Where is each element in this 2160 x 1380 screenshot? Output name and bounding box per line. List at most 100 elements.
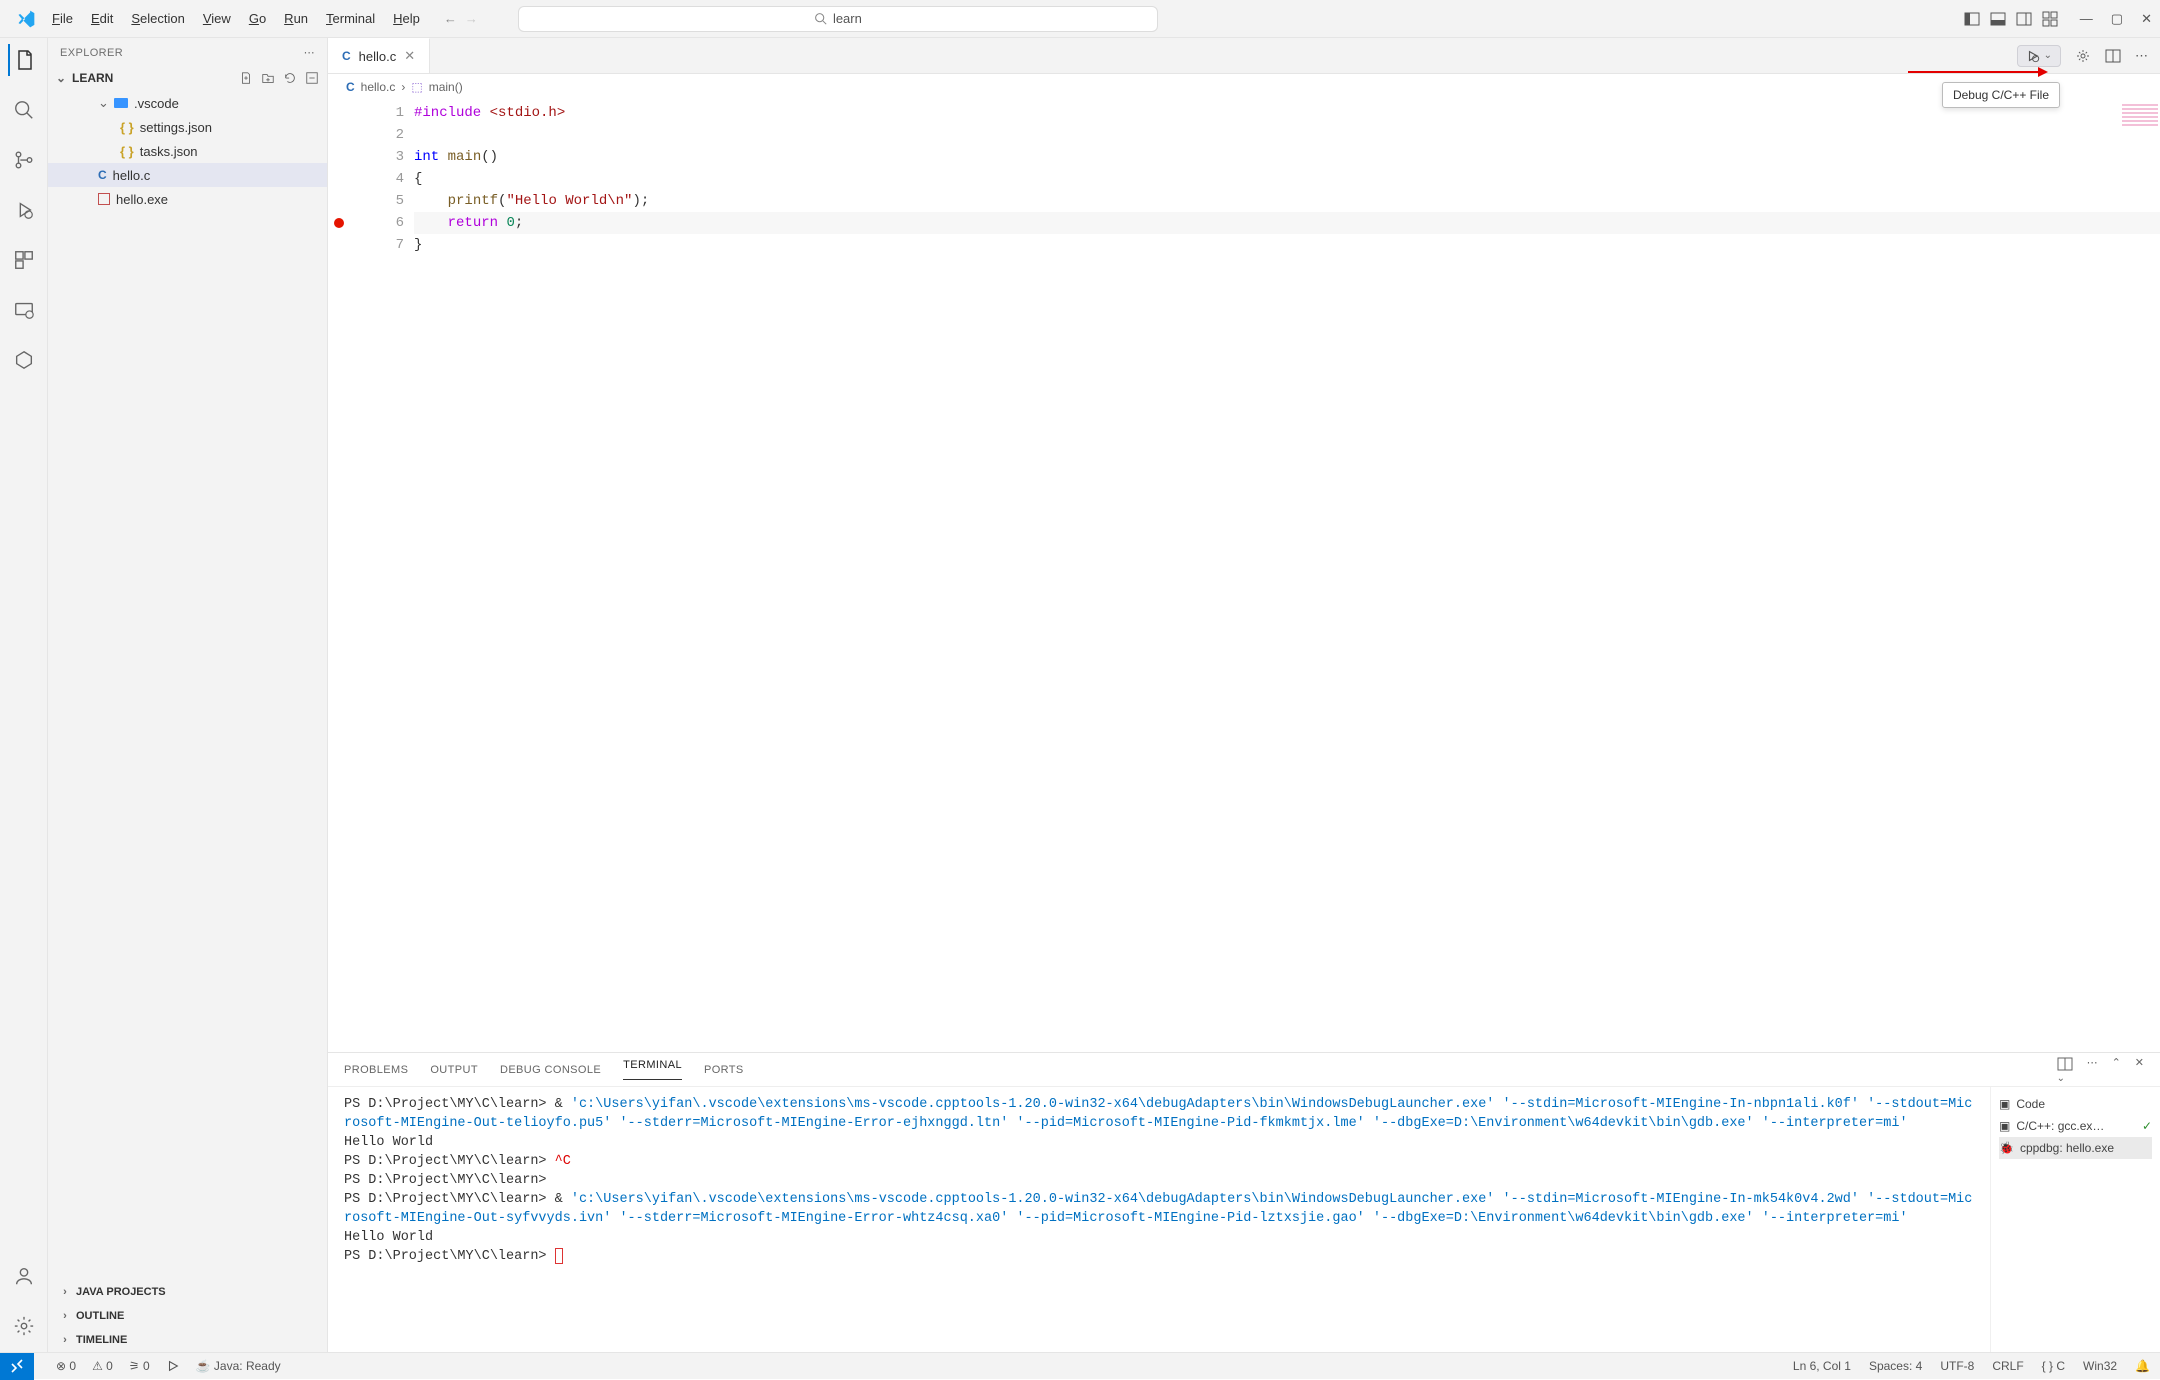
window-minimize-icon[interactable]: — — [2080, 11, 2093, 27]
new-file-icon[interactable] — [239, 71, 253, 85]
panel-tab-debug-console[interactable]: DEBUG CONSOLE — [500, 1064, 601, 1076]
terminal-cursor — [555, 1248, 563, 1264]
split-editor-icon[interactable] — [2105, 48, 2121, 64]
activity-hex-icon[interactable] — [8, 344, 40, 376]
code-content[interactable]: #include <stdio.h> int main() { printf("… — [414, 100, 2160, 1052]
glyph-margin — [328, 100, 350, 1052]
panel-tab-terminal[interactable]: TERMINAL — [623, 1059, 682, 1080]
explorer-more-icon[interactable]: ⋯ — [304, 46, 315, 59]
terminal-item-gcc[interactable]: ▣C/C++: gcc.ex…✓ — [1999, 1115, 2152, 1137]
json-icon: { } — [120, 144, 134, 159]
status-ln-col[interactable]: Ln 6, Col 1 — [1793, 1359, 1851, 1373]
tab-hello-c[interactable]: C hello.c ✕ — [328, 38, 430, 73]
panel-split-icon[interactable]: ⌄ — [2057, 1056, 2073, 1084]
menu-file[interactable]: File — [44, 7, 81, 30]
nav-back-icon[interactable]: ← — [444, 11, 457, 26]
section-outline[interactable]: ›OUTLINE — [48, 1304, 327, 1328]
terminal-output[interactable]: PS D:\Project\MY\C\learn> & 'c:\Users\yi… — [328, 1087, 1990, 1352]
status-debug-icon[interactable] — [166, 1359, 180, 1373]
panel-tab-problems[interactable]: PROBLEMS — [344, 1064, 408, 1076]
activity-explorer-icon[interactable] — [8, 44, 40, 76]
file-hello-exe[interactable]: hello.exe — [48, 187, 327, 211]
menu-view[interactable]: View — [195, 7, 239, 30]
vscode-logo-icon — [16, 9, 36, 29]
editor-area: C hello.c ✕ ⌄ Debug C/C++ File ⋯ C — [328, 38, 2160, 1352]
status-platform[interactable]: Win32 — [2083, 1359, 2117, 1373]
status-eol[interactable]: CRLF — [1992, 1359, 2023, 1373]
terminal-item-code[interactable]: ▣Code — [1999, 1093, 2152, 1115]
project-section[interactable]: ⌄ LEARN — [48, 67, 327, 89]
status-java[interactable]: ☕ Java: Ready — [196, 1359, 281, 1373]
status-ports[interactable]: ⚞ 0 — [129, 1359, 150, 1373]
folder-vscode[interactable]: ⌄.vscode — [48, 91, 327, 115]
collapse-icon[interactable] — [305, 71, 319, 85]
terminal-icon: ▣ — [1999, 1097, 2010, 1111]
window-maximize-icon[interactable]: ▢ — [2111, 11, 2123, 27]
status-language[interactable]: { } C — [2042, 1359, 2065, 1373]
activity-remote-icon[interactable] — [8, 294, 40, 326]
folder-icon — [114, 98, 128, 108]
menu-edit[interactable]: Edit — [83, 7, 121, 30]
c-file-icon: C — [342, 49, 351, 63]
bug-icon: 🐞 — [1999, 1141, 2014, 1155]
panel-tab-ports[interactable]: PORTS — [704, 1064, 744, 1076]
menu-selection[interactable]: Selection — [123, 7, 192, 30]
layout-panel-icon[interactable] — [1990, 11, 2006, 27]
status-errors[interactable]: ⊗ 0 — [56, 1359, 76, 1373]
panel-close-icon[interactable]: ✕ — [2135, 1056, 2144, 1084]
panel-tabs: PROBLEMS OUTPUT DEBUG CONSOLE TERMINAL P… — [328, 1053, 2160, 1087]
activity-account-icon[interactable] — [8, 1260, 40, 1292]
breakpoint-icon[interactable] — [334, 218, 344, 228]
activity-search-icon[interactable] — [8, 94, 40, 126]
tab-bar: C hello.c ✕ ⌄ Debug C/C++ File ⋯ — [328, 38, 2160, 74]
command-center[interactable]: learn — [518, 6, 1158, 32]
check-icon: ✓ — [2142, 1119, 2152, 1133]
new-folder-icon[interactable] — [261, 71, 275, 85]
layout-sidebar-right-icon[interactable] — [2016, 11, 2032, 27]
nav-forward-icon[interactable]: → — [465, 11, 478, 26]
file-tasks-json[interactable]: { }tasks.json — [48, 139, 327, 163]
status-encoding[interactable]: UTF-8 — [1940, 1359, 1974, 1373]
activity-debug-icon[interactable] — [8, 194, 40, 226]
file-tree: ⌄.vscode { }settings.json { }tasks.json … — [48, 89, 327, 213]
menu-terminal[interactable]: Terminal — [318, 7, 383, 30]
activity-extensions-icon[interactable] — [8, 244, 40, 276]
breadcrumb-sep: › — [401, 80, 405, 94]
customize-layout-icon[interactable] — [2042, 11, 2058, 27]
activity-scm-icon[interactable] — [8, 144, 40, 176]
breadcrumb-file: hello.c — [361, 80, 396, 94]
symbol-icon: ⬚ — [411, 80, 422, 94]
explorer-header: EXPLORER ⋯ — [48, 38, 327, 67]
code-editor[interactable]: 1234567 #include <stdio.h> int main() { … — [328, 100, 2160, 1052]
minimap[interactable] — [2120, 100, 2160, 190]
editor-settings-icon[interactable] — [2075, 48, 2091, 64]
breadcrumbs[interactable]: C hello.c › ⬚ main() — [328, 74, 2160, 100]
menu-go[interactable]: Go — [241, 7, 274, 30]
editor-more-icon[interactable]: ⋯ — [2135, 48, 2148, 64]
remote-indicator[interactable] — [0, 1353, 34, 1380]
activity-settings-icon[interactable] — [8, 1310, 40, 1342]
layout-sidebar-left-icon[interactable] — [1964, 11, 1980, 27]
window-close-icon[interactable]: ✕ — [2141, 11, 2152, 27]
section-timeline[interactable]: ›TIMELINE — [48, 1328, 327, 1352]
run-debug-button[interactable]: ⌄ Debug C/C++ File — [2017, 45, 2061, 67]
menu-help[interactable]: Help — [385, 7, 428, 30]
project-name: LEARN — [72, 71, 113, 85]
tab-label: hello.c — [359, 49, 397, 64]
status-spaces[interactable]: Spaces: 4 — [1869, 1359, 1922, 1373]
file-settings-json[interactable]: { }settings.json — [48, 115, 327, 139]
menu-run[interactable]: Run — [276, 7, 316, 30]
terminal-item-cppdbg[interactable]: 🐞cppdbg: hello.exe — [1999, 1137, 2152, 1159]
panel-maximize-icon[interactable]: ⌃ — [2112, 1056, 2121, 1084]
status-warnings[interactable]: ⚠ 0 — [92, 1359, 113, 1373]
panel-tab-output[interactable]: OUTPUT — [430, 1064, 478, 1076]
refresh-icon[interactable] — [283, 71, 297, 85]
breadcrumb-symbol: main() — [429, 80, 463, 94]
status-bell-icon[interactable]: 🔔 — [2135, 1359, 2150, 1373]
section-java-projects[interactable]: ›JAVA PROJECTS — [48, 1280, 327, 1304]
search-icon — [814, 12, 827, 25]
tab-close-icon[interactable]: ✕ — [404, 48, 415, 64]
panel-more-icon[interactable]: ⋯ — [2087, 1056, 2098, 1084]
file-hello-c[interactable]: Chello.c — [48, 163, 327, 187]
exe-icon — [98, 193, 110, 205]
